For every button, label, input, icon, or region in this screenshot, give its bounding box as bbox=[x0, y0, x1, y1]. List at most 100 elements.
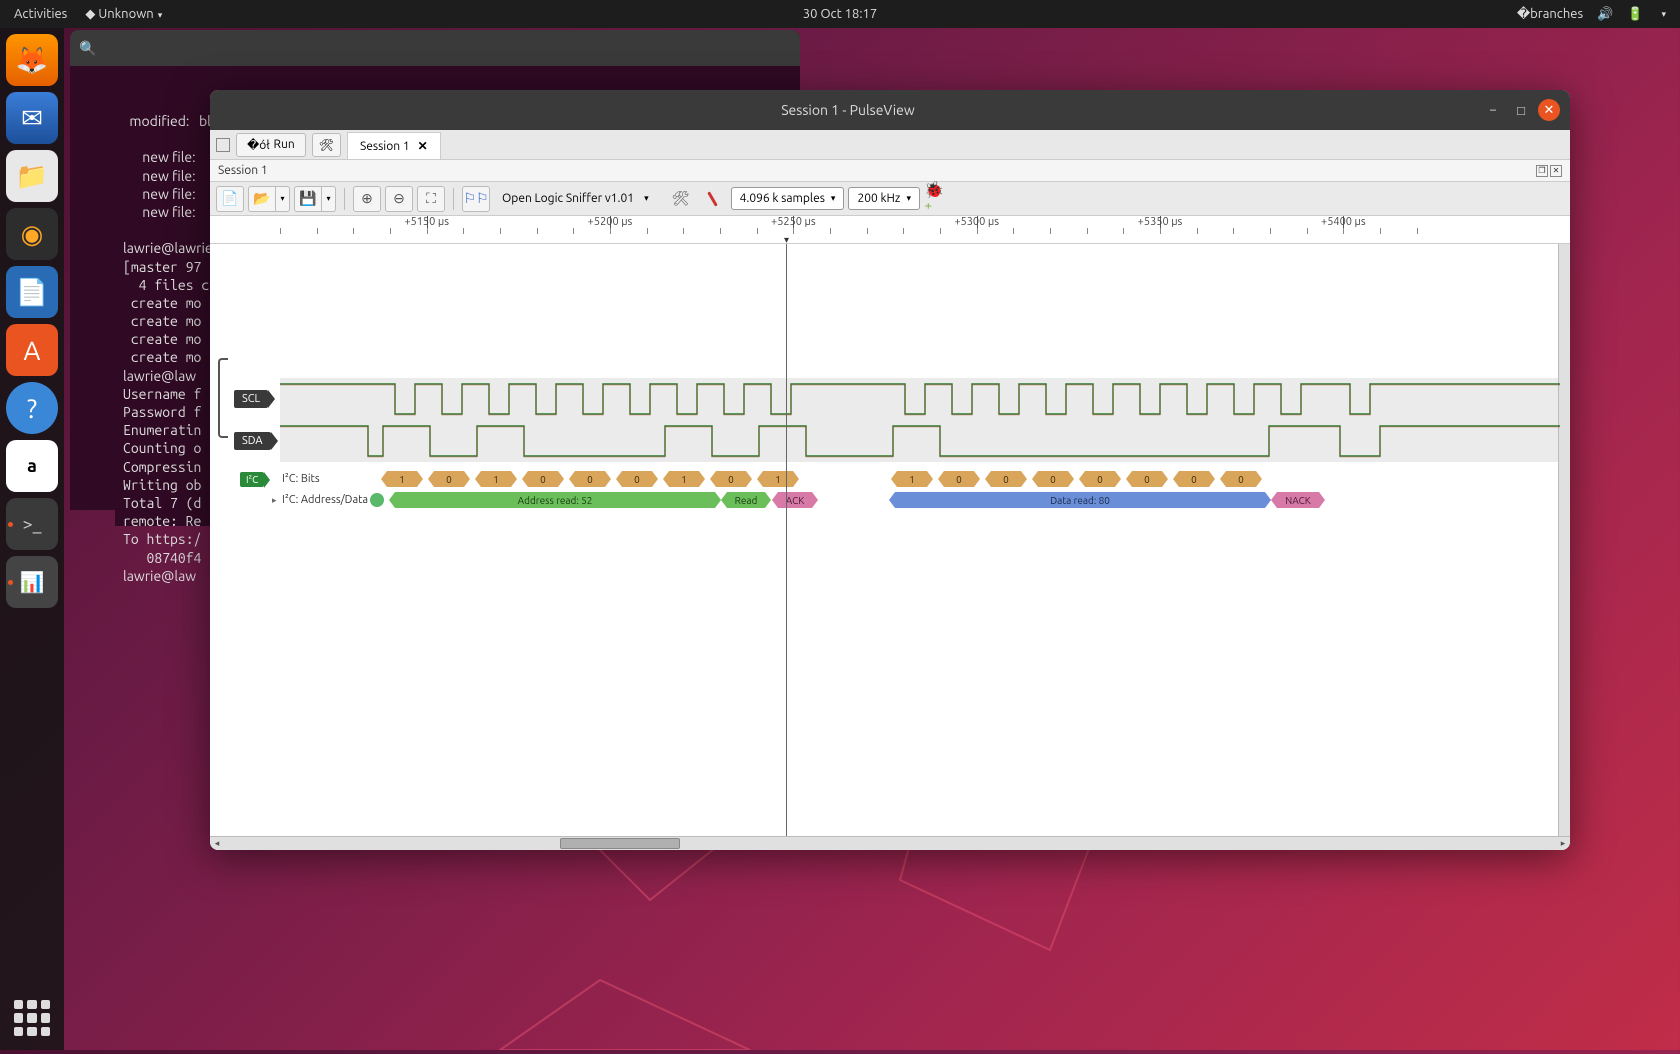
scroll-left-icon[interactable]: ◂ bbox=[210, 837, 224, 850]
time-ruler[interactable]: ▾ +5150 µs+5200 µs+5250 µs+5300 µs+5350 … bbox=[210, 216, 1570, 244]
decode-bit: Read bbox=[727, 492, 765, 508]
decode-bit: 0 bbox=[575, 471, 605, 487]
decoder-addr-row: ▸ I²C: Address/Data Address read: 52 Read… bbox=[210, 490, 1558, 510]
dock: 🦊 ✉ 📁 ◉ 📄 A ? a >_ 📊 bbox=[0, 28, 64, 1050]
decode-bit: 0 bbox=[1179, 471, 1209, 487]
sda-channel-tag[interactable]: SDA bbox=[234, 432, 271, 450]
scrollbar-thumb[interactable] bbox=[560, 838, 680, 849]
sound-icon[interactable]: 🔊 bbox=[1597, 7, 1613, 22]
new-file-icon[interactable]: 📄 bbox=[216, 186, 244, 212]
decoder-bits-row: I²C I²C: Bits 10100010110000000 bbox=[210, 469, 1558, 489]
scroll-right-icon[interactable]: ▸ bbox=[1556, 837, 1570, 850]
activities-button[interactable]: Activities bbox=[14, 7, 67, 22]
configure-device-icon[interactable]: 🛠 bbox=[667, 186, 695, 212]
decode-bit: 0 bbox=[991, 471, 1021, 487]
vertical-scrollbar[interactable] bbox=[1558, 244, 1570, 836]
system-menu-arrow-icon[interactable]: ▾ bbox=[1661, 9, 1666, 20]
samples-selector[interactable]: 4.096 k samples ▾ bbox=[731, 187, 845, 210]
expand-arrow-icon[interactable]: ▸ bbox=[272, 495, 277, 506]
dock-amazon-icon[interactable]: a bbox=[6, 440, 58, 492]
dock-show-apps-icon[interactable] bbox=[14, 1000, 50, 1036]
decode-bit: 1 bbox=[897, 471, 927, 487]
sda-waveform bbox=[280, 420, 1560, 462]
dock-rhythmbox-icon[interactable]: ◉ bbox=[6, 208, 58, 260]
decode-bit: Data read: 80 bbox=[895, 492, 1265, 508]
decode-bit: 0 bbox=[1038, 471, 1068, 487]
addr-label: I²C: Address/Data bbox=[282, 494, 368, 506]
pulseview-tabbar: �ół Run 🛠 Session 1 ✕ bbox=[210, 130, 1570, 160]
cursors-icon[interactable]: ⚐⚐ bbox=[462, 186, 490, 212]
restore-icon[interactable]: ❐ bbox=[1536, 165, 1548, 177]
clock[interactable]: 30 Oct 18:17 bbox=[803, 7, 877, 21]
dock-terminal-icon[interactable]: >_ bbox=[6, 498, 58, 550]
ruler-label: +5350 µs bbox=[1138, 216, 1183, 228]
pulseview-toolbar: 📄 📂▾ 💾▾ ⊕ ⊖ ⛶ ⚐⚐ Open Logic Sniffer v1.0… bbox=[210, 182, 1570, 216]
decode-bit: 0 bbox=[622, 471, 652, 487]
decode-bit: 0 bbox=[434, 471, 464, 487]
decode-bit: Address read: 52 bbox=[395, 492, 715, 508]
start-condition bbox=[370, 493, 384, 507]
decode-bit: 0 bbox=[528, 471, 558, 487]
scl-waveform bbox=[280, 378, 1560, 420]
decode-bit: 1 bbox=[763, 471, 793, 487]
tab-close-icon[interactable]: ✕ bbox=[418, 139, 428, 153]
new-session-icon[interactable] bbox=[216, 138, 230, 152]
horizontal-scrollbar[interactable]: ◂ ▸ bbox=[210, 836, 1570, 850]
open-dropdown-icon[interactable]: ▾ bbox=[276, 186, 290, 212]
zoom-fit-icon[interactable]: ⛶ bbox=[417, 186, 445, 212]
decode-bit: ACK bbox=[778, 492, 812, 508]
ruler-label: +5300 µs bbox=[954, 216, 999, 228]
pulseview-window: Session 1 - PulseView − □ ✕ �ół Run 🛠 Se… bbox=[210, 90, 1570, 850]
signal-canvas[interactable]: SCL SDA I²C I²C: Bits 10100010110000000 … bbox=[210, 244, 1570, 836]
settings-button[interactable]: 🛠 bbox=[312, 133, 341, 157]
save-dropdown-icon[interactable]: ▾ bbox=[322, 186, 336, 212]
minimize-icon[interactable]: − bbox=[1482, 99, 1504, 121]
dock-pulseview-icon[interactable]: 📊 bbox=[6, 556, 58, 608]
save-file-icon[interactable]: 💾 bbox=[294, 186, 322, 212]
network-icon[interactable]: �branches bbox=[1517, 7, 1583, 22]
decoder-tag[interactable]: I²C bbox=[240, 472, 264, 487]
session-tab[interactable]: Session 1 ✕ bbox=[347, 132, 441, 159]
ruler-label: +5400 µs bbox=[1321, 216, 1366, 228]
pulseview-title: Session 1 - PulseView bbox=[220, 102, 1476, 118]
ruler-label: +5150 µs bbox=[404, 216, 449, 228]
ruler-label: +5250 µs bbox=[771, 216, 816, 228]
decode-bit: NACK bbox=[1277, 492, 1319, 508]
pulseview-titlebar[interactable]: Session 1 - PulseView − □ ✕ bbox=[210, 90, 1570, 130]
close-icon[interactable]: ✕ bbox=[1538, 99, 1560, 121]
decode-bit: 1 bbox=[387, 471, 417, 487]
decode-bit: 1 bbox=[481, 471, 511, 487]
dock-files-icon[interactable]: 📁 bbox=[6, 150, 58, 202]
appmenu-button[interactable]: ◆ Unknown▾ bbox=[85, 7, 162, 22]
decode-bit: 1 bbox=[669, 471, 699, 487]
samplerate-selector[interactable]: 200 kHz ▾ bbox=[848, 187, 920, 210]
open-file-icon[interactable]: 📂 bbox=[248, 186, 276, 212]
zoom-in-icon[interactable]: ⊕ bbox=[353, 186, 381, 212]
decode-bit: 0 bbox=[1226, 471, 1256, 487]
decode-bit: 0 bbox=[944, 471, 974, 487]
gnome-topbar: Activities ◆ Unknown▾ 30 Oct 18:17 �bran… bbox=[0, 0, 1680, 28]
maximize-icon[interactable]: □ bbox=[1510, 99, 1532, 121]
close-small-icon[interactable]: ✕ bbox=[1550, 165, 1562, 177]
dock-thunderbird-icon[interactable]: ✉ bbox=[6, 92, 58, 144]
time-cursor[interactable] bbox=[786, 244, 787, 836]
scl-channel-tag[interactable]: SCL bbox=[234, 390, 268, 408]
add-decoder-icon[interactable]: 🐞⁺ bbox=[924, 186, 952, 212]
session-header: Session 1 ❐✕ bbox=[210, 160, 1570, 182]
decode-bit: 0 bbox=[716, 471, 746, 487]
device-selector[interactable]: Open Logic Sniffer v1.01 ▾ bbox=[494, 188, 663, 209]
bits-label: I²C: Bits bbox=[282, 473, 320, 485]
ruler-label: +5200 µs bbox=[588, 216, 633, 228]
run-button[interactable]: �ół Run bbox=[236, 133, 306, 157]
session-label: Session 1 bbox=[218, 164, 268, 177]
appmenu-label: Unknown bbox=[98, 7, 153, 21]
search-icon[interactable]: 🔍 bbox=[78, 38, 98, 58]
zoom-out-icon[interactable]: ⊖ bbox=[385, 186, 413, 212]
battery-icon[interactable]: 🔋 bbox=[1627, 7, 1643, 22]
dock-software-icon[interactable]: A bbox=[6, 324, 58, 376]
decode-bit: 0 bbox=[1132, 471, 1162, 487]
probe-icon[interactable] bbox=[699, 186, 727, 212]
dock-firefox-icon[interactable]: 🦊 bbox=[6, 34, 58, 86]
dock-writer-icon[interactable]: 📄 bbox=[6, 266, 58, 318]
dock-help-icon[interactable]: ? bbox=[6, 382, 58, 434]
